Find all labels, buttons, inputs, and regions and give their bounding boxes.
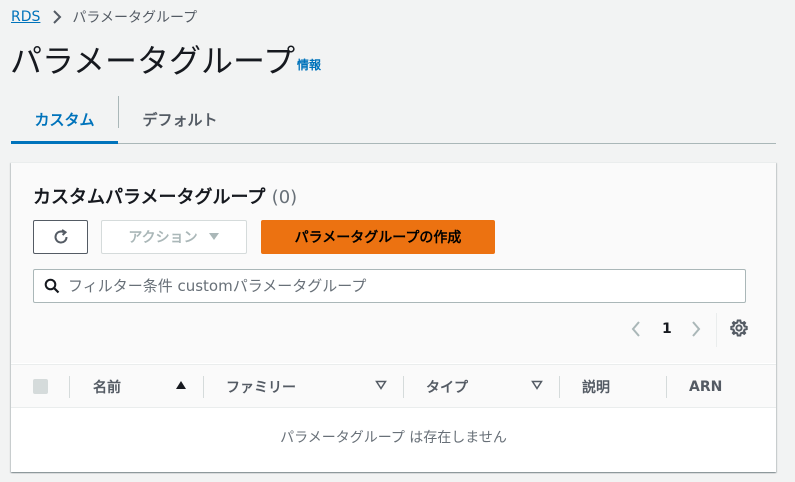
select-all-checkbox[interactable] <box>33 379 48 394</box>
chevron-left-icon[interactable] <box>626 321 646 337</box>
settings-gear-icon[interactable] <box>729 318 749 338</box>
panel-count: (0) <box>271 187 298 208</box>
column-separator <box>203 376 204 398</box>
pager-divider <box>716 313 717 347</box>
search-icon <box>44 278 60 294</box>
column-header-name[interactable]: 名前 <box>93 365 121 408</box>
tab-custom[interactable]: カスタム <box>11 96 118 144</box>
panel-title: カスタムパラメータグループ (0) <box>33 183 297 209</box>
column-separator <box>403 376 404 398</box>
filter-box <box>33 269 746 303</box>
page-title: パラメータグループ <box>10 42 296 80</box>
pagination: 1 <box>626 318 706 340</box>
column-header-family[interactable]: ファミリー <box>226 365 296 408</box>
column-separator <box>69 376 70 398</box>
info-link[interactable]: 情報 <box>297 56 321 73</box>
sort-icon[interactable] <box>375 380 387 390</box>
page-number[interactable]: 1 <box>662 321 672 337</box>
column-header-arn: ARN <box>689 378 723 395</box>
caret-down-icon <box>208 232 220 242</box>
column-separator <box>666 376 667 398</box>
breadcrumb-current: パラメータグループ <box>72 10 198 26</box>
breadcrumb: RDS パラメータグループ <box>11 7 197 27</box>
sort-icon[interactable] <box>531 380 543 390</box>
column-separator <box>559 376 560 398</box>
empty-table-message: パラメータグループ は存在しません <box>280 430 507 446</box>
table-header: 名前 ファミリー タイプ 説明 ARN <box>11 364 776 408</box>
actions-dropdown[interactable]: アクション <box>101 220 247 254</box>
filter-input[interactable] <box>68 277 745 295</box>
refresh-icon <box>52 228 70 246</box>
refresh-button[interactable] <box>33 220 88 254</box>
chevron-right-icon <box>52 10 62 24</box>
custom-parameter-groups-panel: カスタムパラメータグループ (0) アクション パラメータグループの作成 フィル… <box>11 162 776 472</box>
panel-header: カスタムパラメータグループ (0) アクション パラメータグループの作成 フィル… <box>11 163 776 363</box>
breadcrumb-rds-link[interactable]: RDS <box>11 9 40 25</box>
tab-default[interactable]: デフォルト <box>119 96 241 143</box>
tab-bar: カスタム デフォルト <box>11 96 776 144</box>
panel-title-text: カスタムパラメータグループ <box>33 187 266 208</box>
sort-ascending-icon[interactable] <box>175 380 187 390</box>
chevron-right-icon[interactable] <box>686 321 706 337</box>
create-parameter-group-button[interactable]: パラメータグループの作成 <box>261 220 495 254</box>
actions-label: アクション <box>128 230 198 246</box>
column-header-type[interactable]: タイプ <box>426 365 468 408</box>
column-header-description: 説明 <box>582 379 610 396</box>
